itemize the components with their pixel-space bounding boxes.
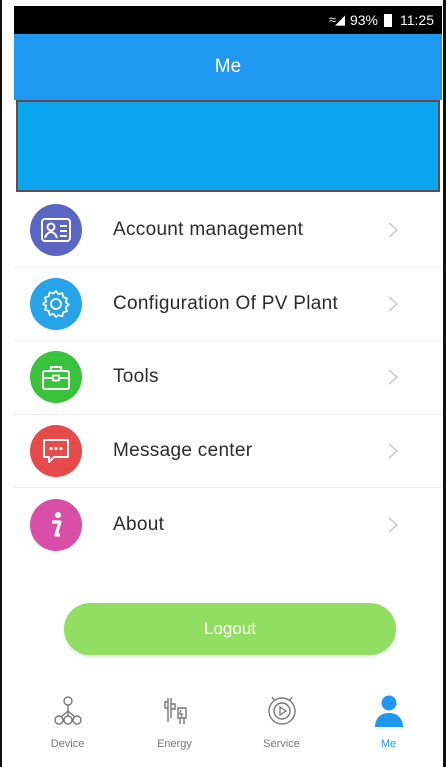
nav-label: Me — [380, 738, 397, 750]
nav-item-energy[interactable]: Energy — [121, 680, 228, 764]
menu-item-account-management[interactable]: Account management — [14, 194, 442, 268]
menu-item-message-center[interactable]: Message center — [14, 415, 442, 488]
logout-button[interactable]: Logout — [64, 603, 396, 655]
settings-menu: Account management Configuration Of PV P… — [14, 194, 442, 562]
battery-icon — [384, 13, 392, 27]
service-icon — [265, 692, 299, 730]
toolbox-icon — [30, 351, 82, 404]
menu-item-label: Account management — [113, 219, 304, 241]
bottom-nav: Device Energy Service Me — [14, 680, 442, 764]
signal-icon: ≈◢ — [328, 12, 345, 27]
menu-item-label: Message center — [113, 439, 253, 461]
info-icon — [30, 498, 82, 551]
chevron-right-icon — [388, 517, 399, 533]
menu-item-about[interactable]: About — [14, 488, 442, 562]
chevron-right-icon — [388, 443, 399, 459]
nav-label: Device — [50, 738, 85, 750]
menu-item-tools[interactable]: Tools — [14, 341, 442, 415]
chevron-right-icon — [388, 222, 399, 238]
nav-item-me[interactable]: Me — [335, 680, 442, 764]
gear-icon — [30, 277, 82, 330]
battery-percent: 93% — [349, 12, 378, 28]
account-card-icon — [30, 204, 82, 257]
app-header: Me — [14, 34, 442, 100]
clock: 11:25 — [400, 12, 434, 28]
chat-bubble-icon — [30, 424, 82, 477]
menu-item-label: About — [113, 513, 165, 535]
menu-item-label: Tools — [113, 366, 159, 388]
device-network-icon — [51, 692, 85, 730]
chevron-right-icon — [388, 369, 399, 385]
app-frame: ≈◢ 93% 11:25 Me Account management Confi… — [0, 0, 446, 767]
nav-label: Energy — [157, 738, 192, 750]
page-title: Me — [214, 56, 242, 77]
chevron-right-icon — [388, 296, 399, 312]
menu-item-label: Configuration Of PV Plant — [113, 292, 339, 314]
status-bar: ≈◢ 93% 11:25 — [14, 6, 442, 34]
person-icon — [372, 692, 406, 730]
menu-item-pv-plant-configuration[interactable]: Configuration Of PV Plant — [14, 268, 442, 341]
nav-item-service[interactable]: Service — [228, 680, 335, 764]
profile-banner — [16, 100, 440, 192]
nav-label: Service — [263, 738, 300, 750]
nav-item-device[interactable]: Device — [14, 680, 121, 764]
energy-icon — [158, 692, 192, 730]
